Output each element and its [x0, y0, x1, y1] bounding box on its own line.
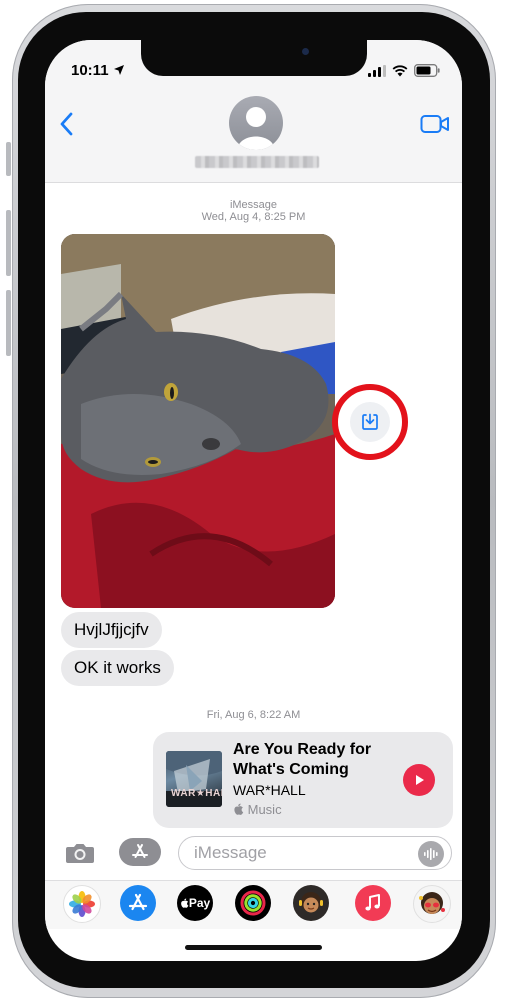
imessage-app-drawer: Pay	[45, 880, 462, 929]
apple-pay-text: Pay	[188, 896, 211, 910]
apple-music-brand-text: Music	[247, 802, 282, 817]
apple-logo-icon	[180, 898, 189, 908]
camera-button[interactable]	[65, 842, 95, 869]
app-store-icon	[132, 844, 148, 858]
app-store-app-button[interactable]	[120, 885, 156, 921]
contact-avatar[interactable]	[229, 96, 283, 150]
message-bubble-received[interactable]: OK it works	[61, 650, 174, 686]
notch	[141, 40, 367, 76]
waveform-icon	[424, 848, 438, 860]
status-indicators	[368, 64, 440, 77]
side-button-mute	[6, 142, 11, 176]
music-note-icon	[365, 894, 380, 911]
side-button-volume-down	[6, 290, 11, 356]
photos-app-button[interactable]	[63, 885, 101, 923]
song-title: Are You Ready for What's Coming	[233, 741, 372, 778]
app-store-drawer-button[interactable]	[119, 838, 161, 866]
song-artist: WAR*HALL	[233, 782, 306, 798]
fitness-activity-app-button[interactable]	[235, 885, 271, 921]
audio-message-button[interactable]	[418, 841, 444, 867]
cellular-signal-icon	[368, 64, 386, 77]
memoji-stickers-app-button[interactable]	[413, 885, 451, 923]
message-bubble-received[interactable]: HvjlJfjjcjfv	[61, 612, 162, 648]
app-store-icon	[128, 893, 148, 911]
side-button-volume-up	[6, 210, 11, 276]
message-input-placeholder: iMessage	[194, 843, 267, 862]
apple-pay-label: Pay	[180, 896, 210, 910]
album-art-text: WAR★HALL	[171, 788, 222, 799]
video-camera-icon	[420, 115, 449, 133]
download-icon	[362, 413, 378, 430]
screen: 10:11 iMessage Wed, Aug 4, 8:25 PM HvjlJ…	[45, 40, 462, 961]
facetime-video-button[interactable]	[420, 114, 450, 139]
activity-rings-icon	[240, 890, 266, 916]
battery-icon	[414, 64, 440, 77]
message-composer-row: iMessage	[45, 832, 462, 876]
apple-music-card[interactable]: WAR★HALL Are You Ready for What's Coming…	[153, 732, 453, 828]
contact-name-blurred[interactable]	[195, 156, 319, 168]
apple-music-label: Music	[233, 802, 282, 817]
chevron-left-icon	[60, 112, 73, 136]
photo-message[interactable]	[61, 234, 335, 608]
play-icon	[416, 775, 424, 785]
message-input[interactable]: iMessage	[178, 836, 452, 870]
camera-icon	[66, 844, 94, 863]
apple-pay-app-button[interactable]: Pay	[177, 885, 213, 921]
home-indicator[interactable]	[185, 945, 322, 950]
memoji-icon	[299, 892, 323, 913]
music-app-button[interactable]	[355, 885, 391, 921]
memoji-app-button[interactable]	[293, 885, 329, 921]
status-time: 10:11	[71, 62, 125, 79]
status-time-text: 10:11	[71, 62, 109, 79]
person-icon	[237, 107, 275, 150]
timestamp-second: Fri, Aug 6, 8:22 AM	[206, 709, 301, 721]
play-button[interactable]	[403, 764, 435, 796]
timestamp-first: Wed, Aug 4, 8:25 PM	[201, 211, 306, 223]
album-artwork: WAR★HALL	[166, 751, 222, 807]
location-arrow-icon	[113, 65, 124, 75]
front-camera	[302, 48, 309, 55]
back-button[interactable]	[59, 112, 73, 141]
photos-icon	[69, 891, 95, 917]
cat-photo-image	[61, 234, 335, 608]
wifi-icon	[392, 64, 408, 76]
memoji-stickers-icon	[419, 892, 445, 914]
apple-logo-icon	[234, 803, 244, 815]
save-photo-button[interactable]	[350, 402, 390, 442]
